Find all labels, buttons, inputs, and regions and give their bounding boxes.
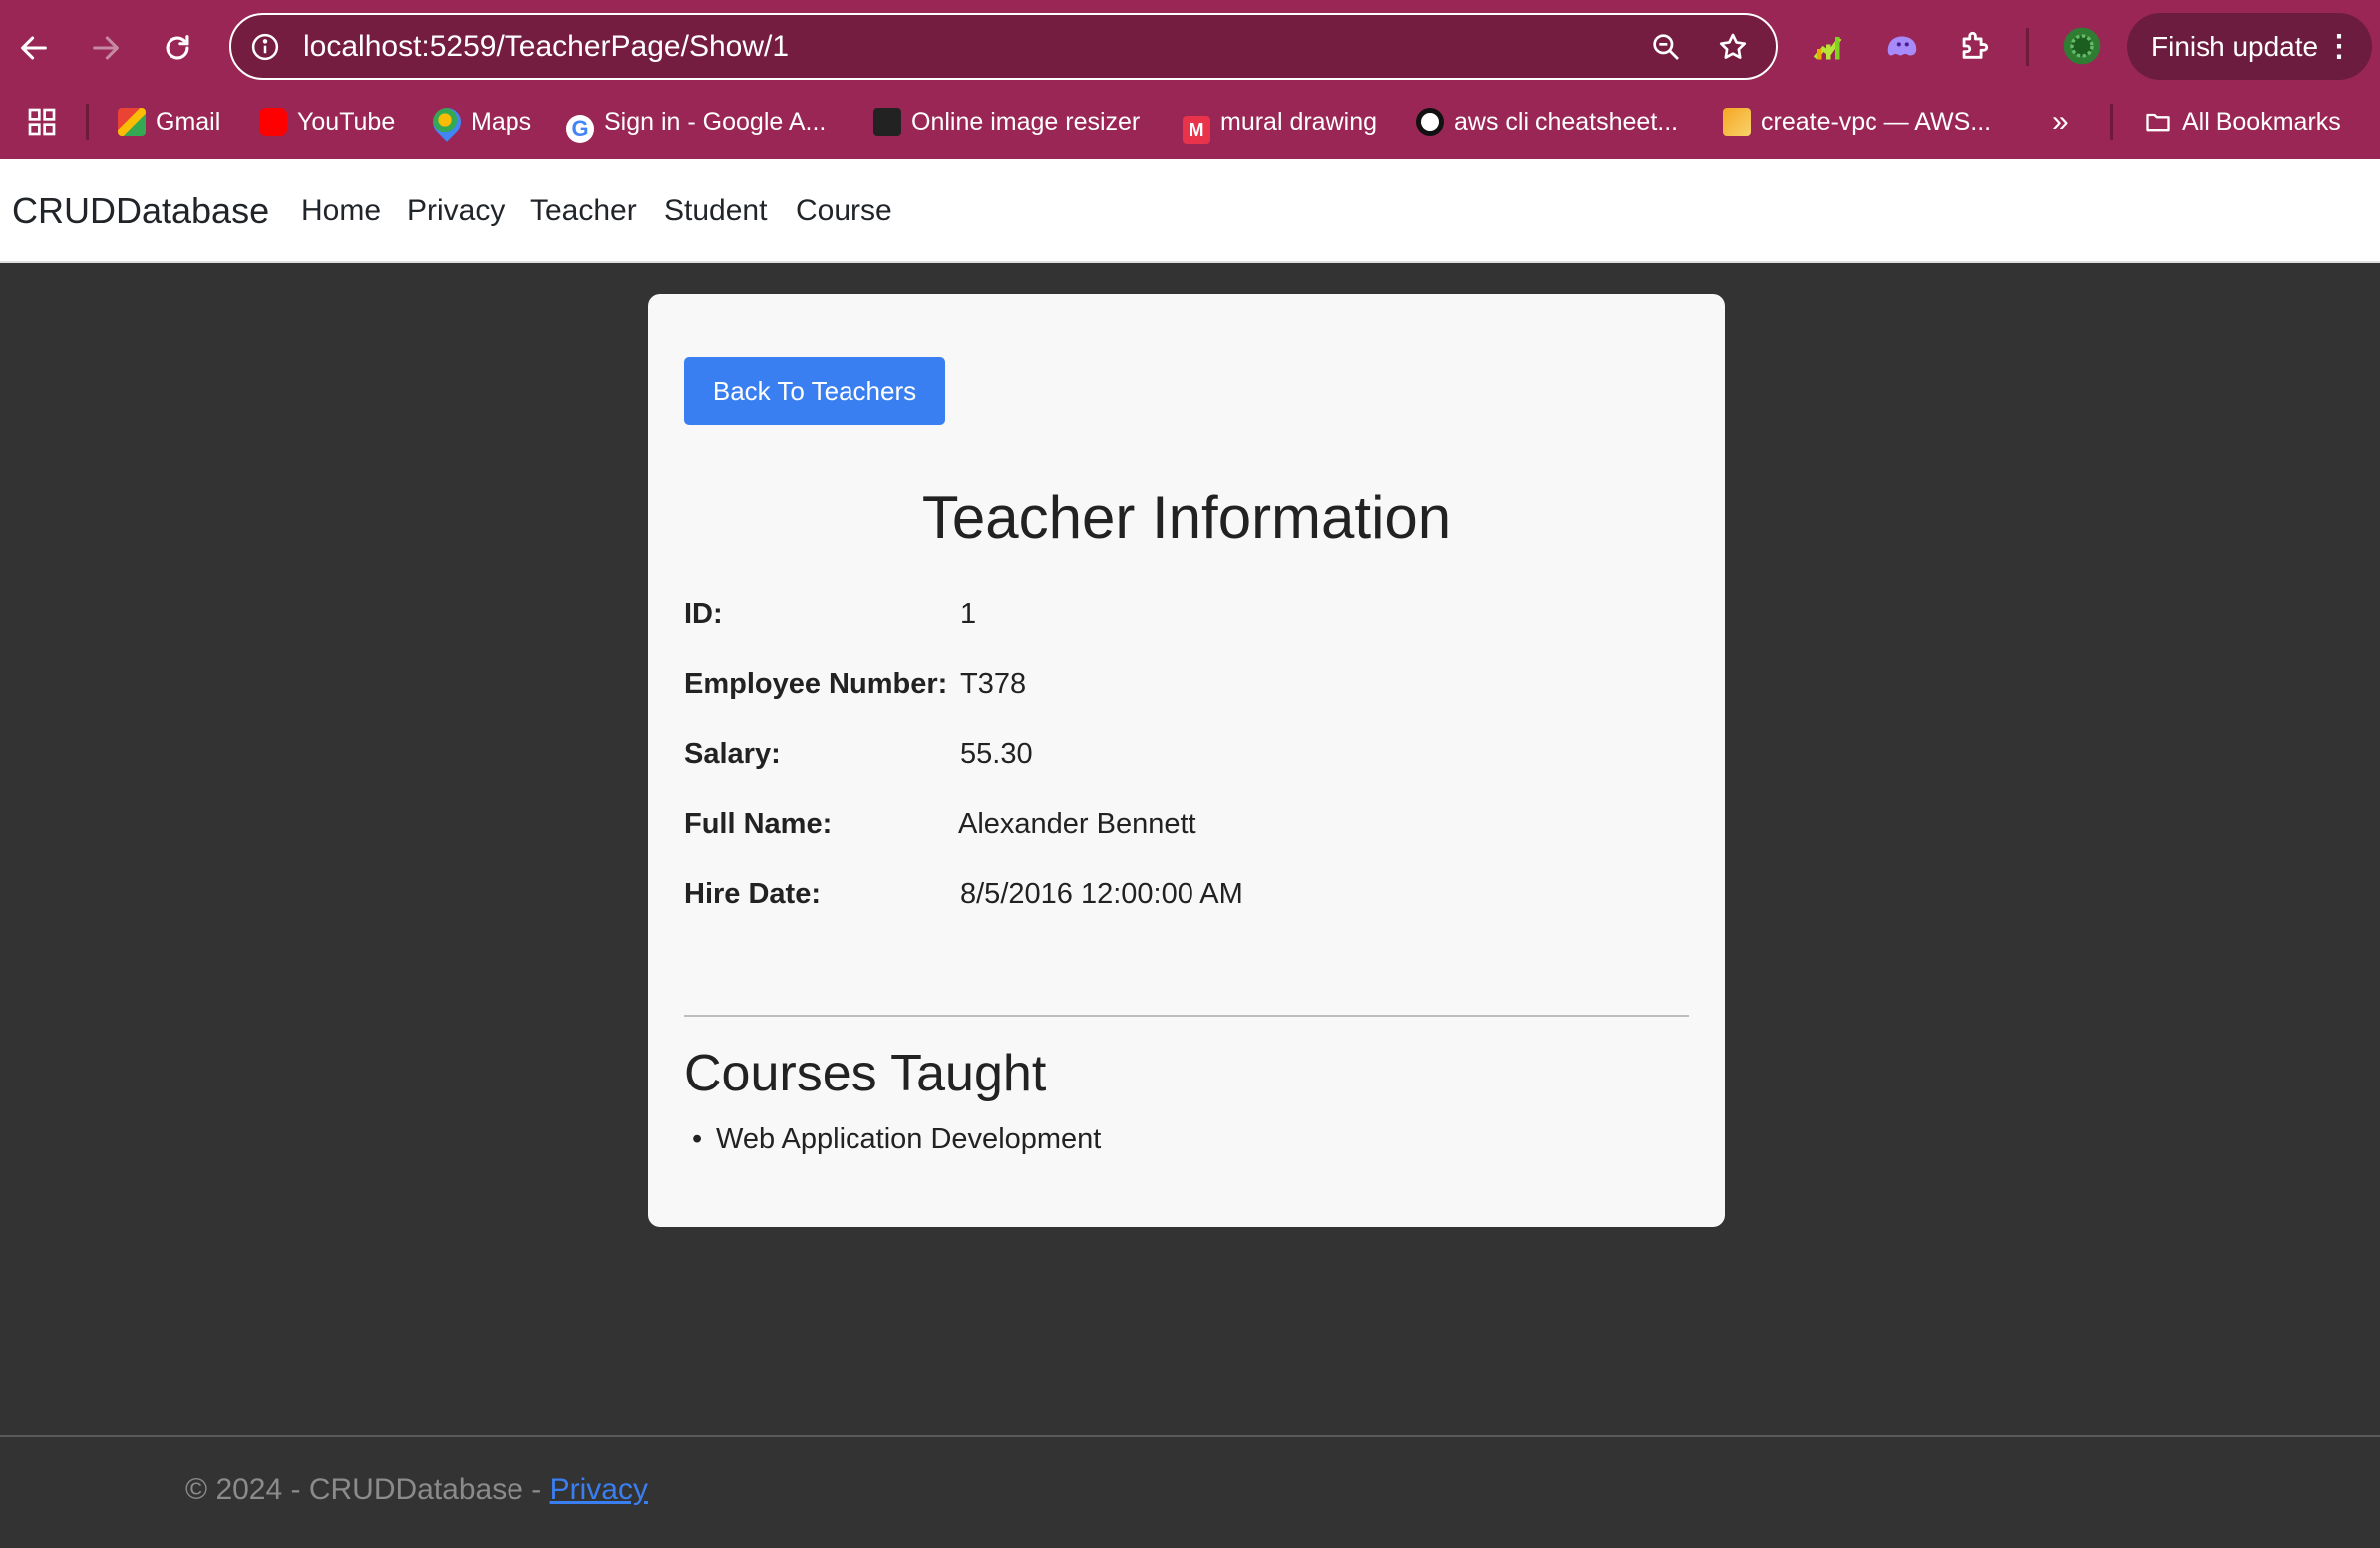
address-bar[interactable]: localhost:5259/TeacherPage/Show/1 — [229, 13, 1778, 80]
teacher-card: Back To Teachers Teacher Information ID:… — [648, 294, 1725, 1227]
employee-number-value: T378 — [960, 668, 1027, 700]
youtube-icon — [259, 108, 287, 136]
bookmark-google-signin[interactable]: G Sign in - Google A... — [566, 96, 826, 148]
bookmark-label: Sign in - Google A... — [604, 108, 827, 136]
url-text[interactable]: localhost:5259/TeacherPage/Show/1 — [303, 15, 789, 78]
bookmark-maps[interactable]: Maps — [427, 96, 532, 148]
finish-update-label: Finish update — [2151, 31, 2319, 62]
all-bookmarks-button[interactable]: All Bookmarks — [2144, 96, 2341, 148]
github-icon — [1416, 108, 1444, 136]
back-to-teachers-button[interactable]: Back To Teachers — [684, 357, 945, 425]
mural-icon: M — [1183, 116, 1210, 144]
toolbar-divider — [2026, 28, 2029, 66]
hire-date-value: 8/5/2016 12:00:00 AM — [960, 878, 1243, 910]
courses-taught-heading: Courses Taught — [684, 1045, 1047, 1102]
hire-date-label: Hire Date: — [684, 878, 821, 910]
profile-avatar-icon[interactable] — [2058, 22, 2106, 70]
footer: © 2024 - CRUDDatabase - Privacy — [185, 1473, 648, 1507]
folder-icon — [2144, 102, 2172, 132]
aws-docs-icon — [1723, 108, 1751, 136]
footer-copyright: © 2024 - CRUDDatabase - — [185, 1473, 550, 1506]
salary-value: 55.30 — [960, 738, 1033, 770]
site-navbar: CRUDDatabase Home Privacy Teacher Studen… — [0, 159, 2380, 263]
nav-teacher[interactable]: Teacher — [530, 159, 637, 263]
section-divider — [684, 1015, 1689, 1017]
browser-toolbar: localhost:5259/TeacherPage/Show/1 Finish… — [0, 0, 2380, 159]
bullet-icon: • — [692, 1123, 703, 1155]
full-name-value: Alexander Bennett — [958, 808, 1196, 840]
maps-pin-icon — [427, 102, 467, 142]
bookmark-create-vpc[interactable]: create-vpc — AWS... — [1723, 96, 1991, 148]
id-label: ID: — [684, 598, 723, 630]
bookmarks-divider — [86, 104, 89, 140]
bookmark-label: aws cli cheatsheet... — [1454, 108, 1679, 136]
forward-arrow-icon[interactable] — [78, 20, 134, 76]
bookmark-label: Gmail — [156, 108, 221, 136]
footer-privacy-link[interactable]: Privacy — [550, 1473, 648, 1506]
salary-label: Salary: — [684, 738, 781, 770]
bookmark-youtube[interactable]: YouTube — [259, 96, 395, 148]
bookmark-label: Maps — [471, 108, 532, 136]
full-name-label: Full Name: — [684, 808, 833, 840]
bookmark-image-resizer[interactable]: Online image resizer — [873, 96, 1140, 148]
image-resizer-icon — [873, 108, 901, 136]
bookmark-mural[interactable]: Mmural drawing — [1183, 96, 1377, 148]
more-bookmarks-icon[interactable]: » — [2052, 96, 2069, 148]
bookmark-aws-cheatsheet[interactable]: aws cli cheatsheet... — [1416, 96, 1678, 148]
nav-privacy[interactable]: Privacy — [407, 159, 505, 263]
bookmark-label: create-vpc — AWS... — [1761, 108, 1992, 136]
page-title: Teacher Information — [921, 484, 1452, 551]
site-brand[interactable]: CRUDDatabase — [12, 159, 269, 263]
nav-home[interactable]: Home — [301, 159, 381, 263]
zoom-icon[interactable] — [1648, 29, 1684, 65]
google-icon: G — [566, 115, 594, 143]
bookmarks-bar: Gmail YouTube Maps G Sign in - Google A..… — [0, 96, 2380, 148]
course-name: Web Application Development — [716, 1123, 1102, 1155]
bookmark-label: YouTube — [297, 108, 396, 136]
bookmarks-divider — [2110, 104, 2113, 140]
bookmark-label: Online image resizer — [911, 108, 1141, 136]
back-arrow-icon[interactable] — [6, 20, 62, 76]
gmail-icon — [118, 108, 146, 136]
bookmark-star-icon[interactable] — [1715, 29, 1751, 65]
finish-update-button[interactable]: Finish update ⋮ — [2127, 13, 2372, 80]
id-value: 1 — [960, 598, 977, 630]
apps-grid-icon[interactable] — [26, 106, 58, 138]
analytics-extension-icon[interactable] — [1805, 22, 1853, 70]
ghost-extension-icon[interactable] — [1878, 22, 1926, 70]
course-list-item: • Web Application Development — [692, 1123, 1102, 1156]
nav-student[interactable]: Student — [664, 159, 767, 263]
bookmark-gmail[interactable]: Gmail — [118, 96, 220, 148]
nav-course[interactable]: Course — [796, 159, 892, 263]
extensions-puzzle-icon[interactable] — [1950, 22, 1998, 70]
employee-number-label: Employee Number: — [684, 668, 948, 700]
all-bookmarks-label: All Bookmarks — [2182, 108, 2341, 136]
reload-icon[interactable] — [150, 20, 205, 76]
bookmark-label: mural drawing — [1220, 108, 1378, 136]
site-info-icon[interactable] — [249, 31, 281, 63]
footer-divider — [0, 1435, 2380, 1437]
more-options-icon[interactable]: ⋮ — [2324, 13, 2354, 80]
